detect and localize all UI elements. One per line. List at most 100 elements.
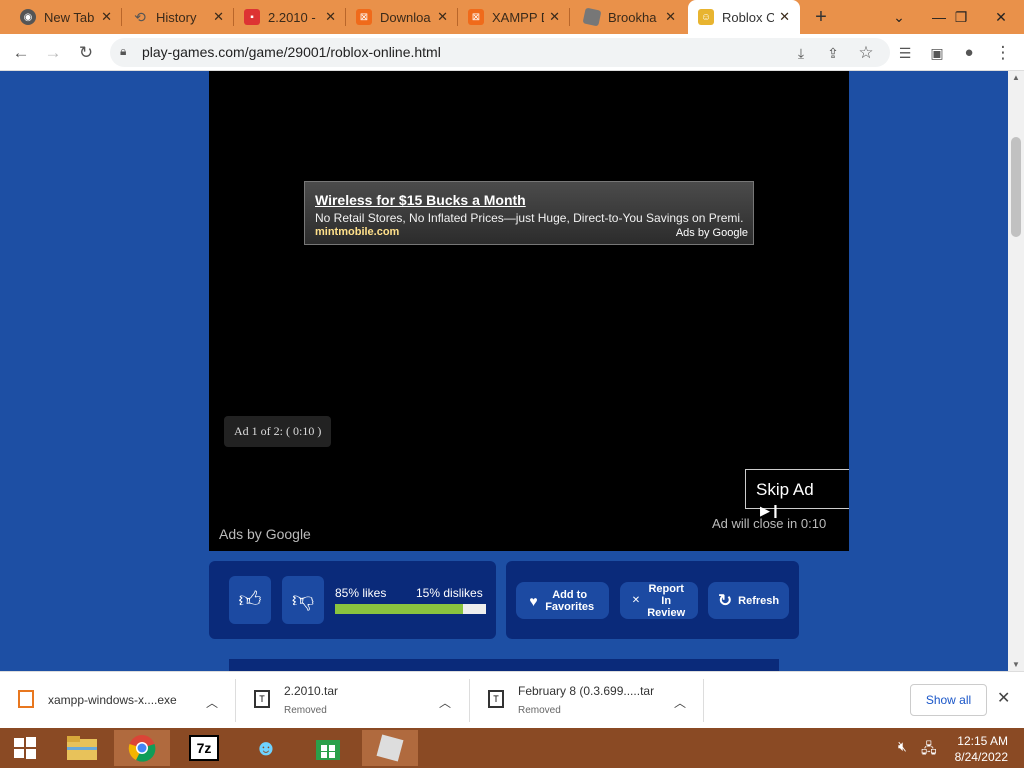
thumbs-down-icon: 👎︎	[291, 587, 315, 612]
tab-download[interactable]: ⊠ Downloa ✕	[346, 0, 458, 34]
ad-title[interactable]: Wireless for $15 Bucks a Month	[315, 192, 743, 208]
address-bar[interactable]: 🔒︎ play-games.com/game/29001/roblox-onli…	[110, 38, 890, 67]
tab-label: XAMPP D	[492, 9, 544, 25]
install-app-icon[interactable]: ⤓	[788, 40, 814, 66]
tab-label: History	[156, 9, 197, 25]
page-content: Wireless for $15 Bucks a Month No Retail…	[0, 71, 1008, 671]
download-status: Removed	[284, 705, 327, 716]
close-icon[interactable]: ✕	[213, 9, 224, 25]
game-player[interactable]: Wireless for $15 Bucks a Month No Retail…	[209, 71, 849, 551]
tab-new-tab[interactable]: ◉ New Tab ✕	[10, 0, 122, 34]
scroll-thumb[interactable]	[1011, 137, 1021, 237]
download-name: 2.2010.tar	[284, 684, 339, 698]
thumbs-down-button[interactable]: 👎︎	[282, 576, 324, 624]
tab-xampp[interactable]: ⊠ XAMPP D ✕	[458, 0, 570, 34]
report-x-icon: ✕	[631, 594, 641, 606]
reload-icon[interactable]: ↻	[73, 40, 99, 66]
bookmark-star-icon[interactable]: ☆	[853, 40, 879, 66]
refresh-label: Refresh	[738, 594, 780, 607]
close-icon[interactable]: ✕	[101, 9, 112, 25]
close-icon[interactable]: ✕	[437, 9, 448, 25]
scroll-down-icon[interactable]: ▼	[1012, 660, 1020, 669]
new-tab-button[interactable]: +	[808, 4, 834, 30]
back-arrow-icon[interactable]: ←	[8, 40, 34, 66]
tab-brookhaven[interactable]: Brookha ✕	[574, 0, 686, 34]
volume-muted-icon[interactable]: 🔇︎	[898, 738, 907, 755]
download-name: February 8 (0.3.699.....tar	[518, 684, 655, 698]
like-ratio-fill	[335, 604, 464, 614]
system-clock[interactable]: 12:15 AM 8/24/2022	[948, 733, 1008, 765]
thumbs-up-button[interactable]: 👍︎	[229, 576, 271, 624]
tab-label: Downloa	[380, 9, 431, 25]
download-item[interactable]: T 2.2010.tar Removed ︿	[236, 672, 470, 729]
close-icon[interactable]: ✕	[549, 9, 560, 25]
actions-panel: ♥ Add to Favorites ✕ Report In Review ↻ …	[506, 561, 799, 639]
app-icon: ▪	[244, 9, 260, 25]
close-icon[interactable]: ✕	[779, 9, 790, 25]
refresh-icon: ↻	[717, 590, 733, 610]
archive-file-icon: T	[254, 690, 270, 708]
start-button[interactable]	[0, 730, 50, 766]
report-label: Report In Review	[647, 582, 686, 619]
favorites-label: Add to Favorites	[545, 588, 595, 613]
windows-taskbar: 7z ☻ 🔇︎ 🖧 12:15 AM 8/24/2022	[0, 728, 1024, 768]
report-button[interactable]: ✕ Report In Review	[620, 582, 698, 619]
xampp-icon: ⊠	[468, 9, 484, 25]
url-text: play-games.com/game/29001/roblox-online.…	[142, 44, 441, 60]
game-icon: ☺	[698, 9, 714, 25]
side-panel-icon[interactable]: ▣	[924, 40, 950, 66]
scroll-up-icon[interactable]: ▲	[1012, 73, 1020, 82]
chevron-up-icon[interactable]: ︿	[439, 694, 451, 711]
network-users-taskbar-icon[interactable]: ☻	[238, 730, 294, 766]
likes-percent: 85% likes	[335, 586, 387, 600]
close-icon[interactable]: ✕	[665, 9, 676, 25]
media-queue-icon[interactable]: ☰	[892, 40, 918, 66]
close-icon[interactable]: ✕	[325, 9, 336, 25]
download-item[interactable]: xampp-windows-x....exe ︿	[0, 672, 236, 729]
text-ad[interactable]: Wireless for $15 Bucks a Month No Retail…	[304, 181, 754, 245]
file-explorer-taskbar-icon[interactable]	[54, 730, 110, 766]
rating-panel: 👍︎ 👎︎ 85% likes 15% dislikes	[209, 561, 496, 639]
tab-history[interactable]: ⟲ History ✕	[122, 0, 234, 34]
roblox-taskbar-icon[interactable]	[362, 730, 418, 766]
show-all-downloads-button[interactable]: Show all	[910, 684, 987, 716]
thumbs-up-icon: 👍︎	[238, 587, 262, 612]
tab-label: New Tab	[44, 9, 95, 25]
tab-2-2010[interactable]: ▪ 2.2010 - ✕	[234, 0, 346, 34]
page-scrollbar[interactable]: ▲ ▼	[1008, 71, 1024, 671]
add-to-favorites-button[interactable]: ♥ Add to Favorites	[516, 582, 609, 619]
menu-kebab-icon[interactable]: ⋮	[990, 40, 1016, 66]
dislikes-percent: 15% dislikes	[416, 586, 483, 600]
forward-arrow-icon[interactable]: →	[40, 40, 66, 66]
refresh-button[interactable]: ↻ Refresh	[708, 582, 789, 619]
tab-strip: ◉ New Tab ✕ ⟲ History ✕ ▪ 2.2010 - ✕ ⊠ D…	[0, 0, 1024, 34]
chevron-up-icon[interactable]: ︿	[674, 694, 686, 711]
store-taskbar-icon[interactable]	[300, 730, 356, 766]
chevron-up-icon[interactable]: ︿	[206, 694, 218, 711]
lock-icon: 🔒︎	[120, 44, 127, 58]
close-downloads-icon[interactable]: ✕	[997, 688, 1010, 708]
clock-date: 8/24/2022	[954, 750, 1008, 764]
skip-ad-button[interactable]: Skip Ad ▶❙	[745, 469, 849, 518]
network-icon[interactable]: 🖧	[921, 738, 937, 762]
downloads-bar: xampp-windows-x....exe ︿ T 2.2010.tar Re…	[0, 671, 1024, 728]
tab-roblox[interactable]: ☺ Roblox C ✕	[688, 0, 800, 34]
archive-file-icon: T	[488, 690, 504, 708]
ad-close-countdown: Ad will close in 0:10	[712, 516, 827, 531]
ad-description: No Retail Stores, No Inflated Prices—jus…	[315, 211, 743, 225]
window-close-icon[interactable]: ✕	[978, 0, 1024, 34]
share-icon[interactable]: ⇪	[820, 40, 846, 66]
heart-icon: ♥	[529, 592, 538, 609]
chrome-taskbar-icon[interactable]	[114, 730, 170, 766]
tab-label: Roblox C	[722, 9, 774, 25]
skip-ad-label: Skip Ad	[756, 480, 814, 499]
profile-avatar-icon[interactable]: ●	[956, 40, 982, 66]
download-name: xampp-windows-x....exe	[48, 693, 177, 707]
roblox-icon	[582, 7, 602, 27]
ads-by-google: Ads by Google	[219, 526, 311, 542]
download-item[interactable]: T February 8 (0.3.699.....tar Removed ︿	[470, 672, 704, 729]
download-status: Removed	[518, 705, 561, 716]
history-icon: ⟲	[134, 8, 146, 25]
7zip-taskbar-icon[interactable]: 7z	[176, 730, 232, 766]
tab-label: Brookha	[608, 9, 657, 25]
